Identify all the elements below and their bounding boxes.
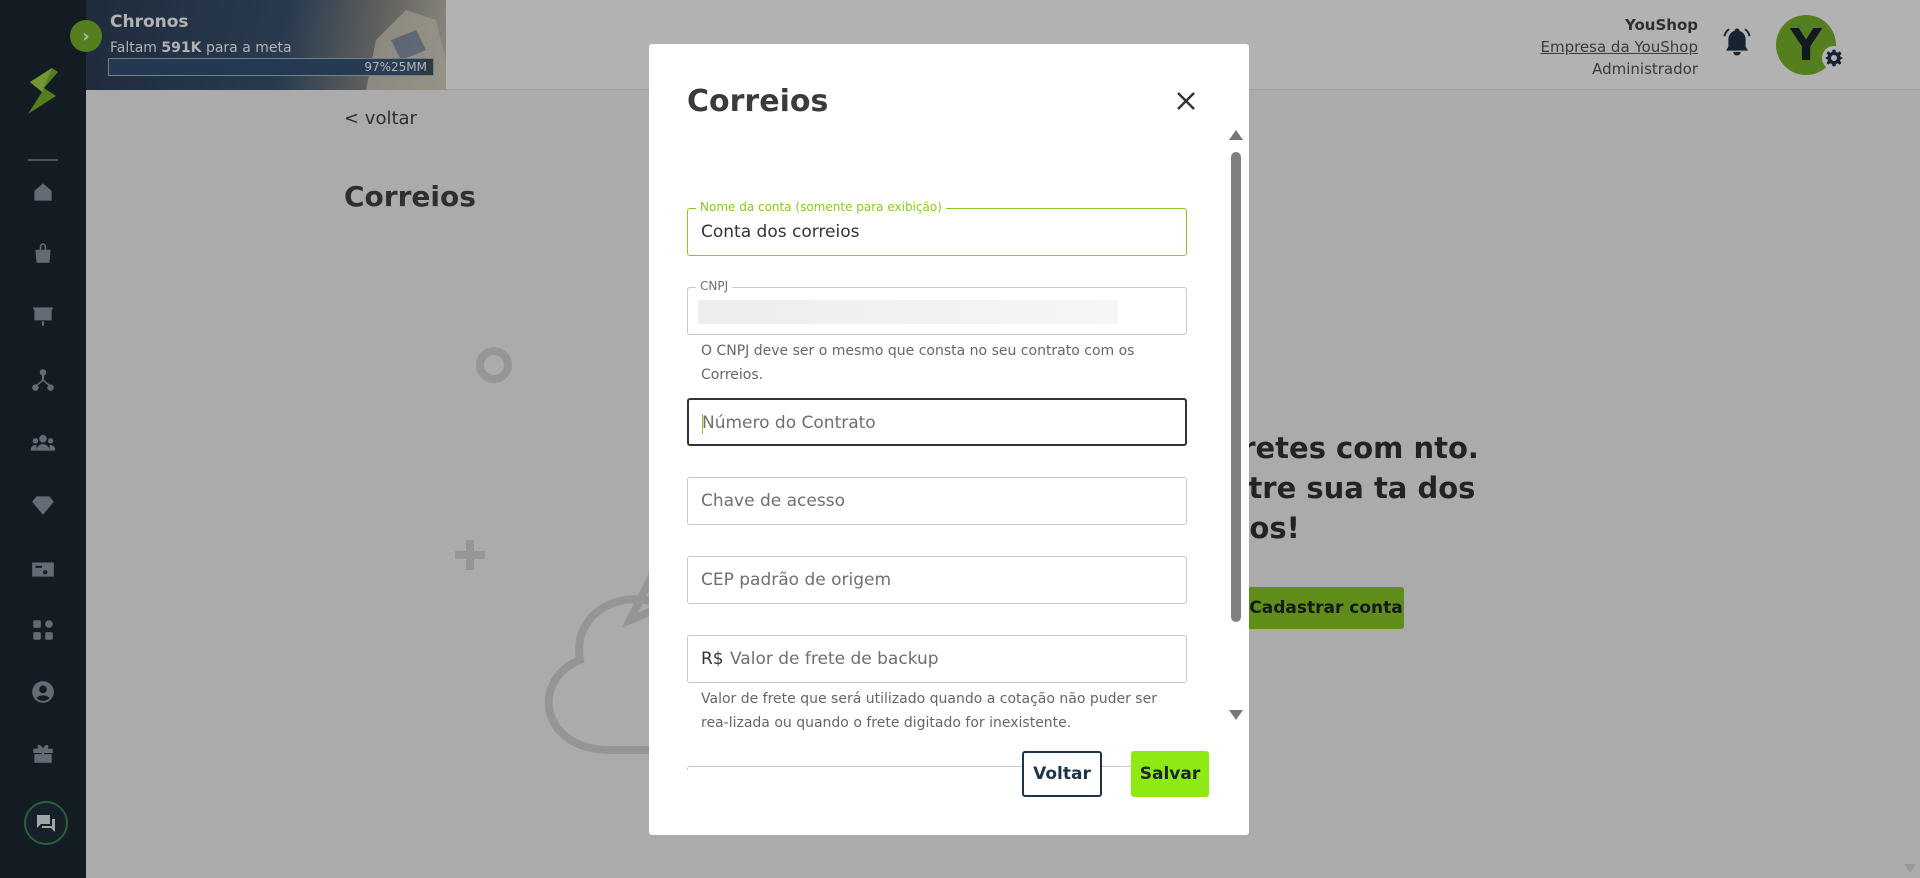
correios-modal: Correios Nome da conta (somente para exi… (649, 44, 1249, 835)
backup-freight-helper: Valor de frete que será utilizado quando… (701, 691, 1157, 731)
account-name-field[interactable]: Nome da conta (somente para exibição) Co… (687, 200, 1187, 256)
contract-number-field[interactable]: Número do Contrato (687, 398, 1187, 446)
back-button[interactable]: Voltar (1022, 751, 1102, 797)
origin-cep-field[interactable]: CEP padrão de origem (687, 556, 1187, 604)
cnpj-masked-value (698, 300, 1118, 324)
contract-number-placeholder: Número do Contrato (702, 413, 876, 433)
account-name-label: Nome da conta (somente para exibição) (696, 200, 946, 214)
next-field[interactable] (687, 766, 1187, 770)
origin-cep-placeholder: CEP padrão de origem (701, 570, 892, 590)
scroll-up-arrow[interactable] (1229, 130, 1243, 140)
cnpj-label: CNPJ (696, 279, 733, 293)
currency-prefix: R$ (701, 649, 724, 669)
page-scroll-down-arrow[interactable] (1904, 864, 1916, 873)
scroll-down-arrow[interactable] (1229, 710, 1243, 720)
account-name-value: Conta dos correios (701, 222, 860, 242)
access-key-placeholder: Chave de acesso (701, 491, 845, 511)
modal-form: Nome da conta (somente para exibição) Co… (687, 160, 1187, 770)
backup-freight-field[interactable]: R$ Valor de frete de backup (687, 635, 1187, 683)
modal-scrollbar-thumb[interactable] (1231, 152, 1241, 622)
access-key-field[interactable]: Chave de acesso (687, 477, 1187, 525)
cnpj-helper: O CNPJ deve ser o mesmo que consta no se… (701, 343, 1135, 383)
modal-title: Correios (687, 84, 829, 119)
cnpj-field[interactable]: CNPJ (687, 279, 1187, 335)
close-icon[interactable] (1171, 86, 1201, 116)
text-caret (702, 414, 703, 434)
save-button[interactable]: Salvar (1131, 751, 1209, 797)
backup-freight-placeholder: Valor de frete de backup (730, 649, 939, 669)
